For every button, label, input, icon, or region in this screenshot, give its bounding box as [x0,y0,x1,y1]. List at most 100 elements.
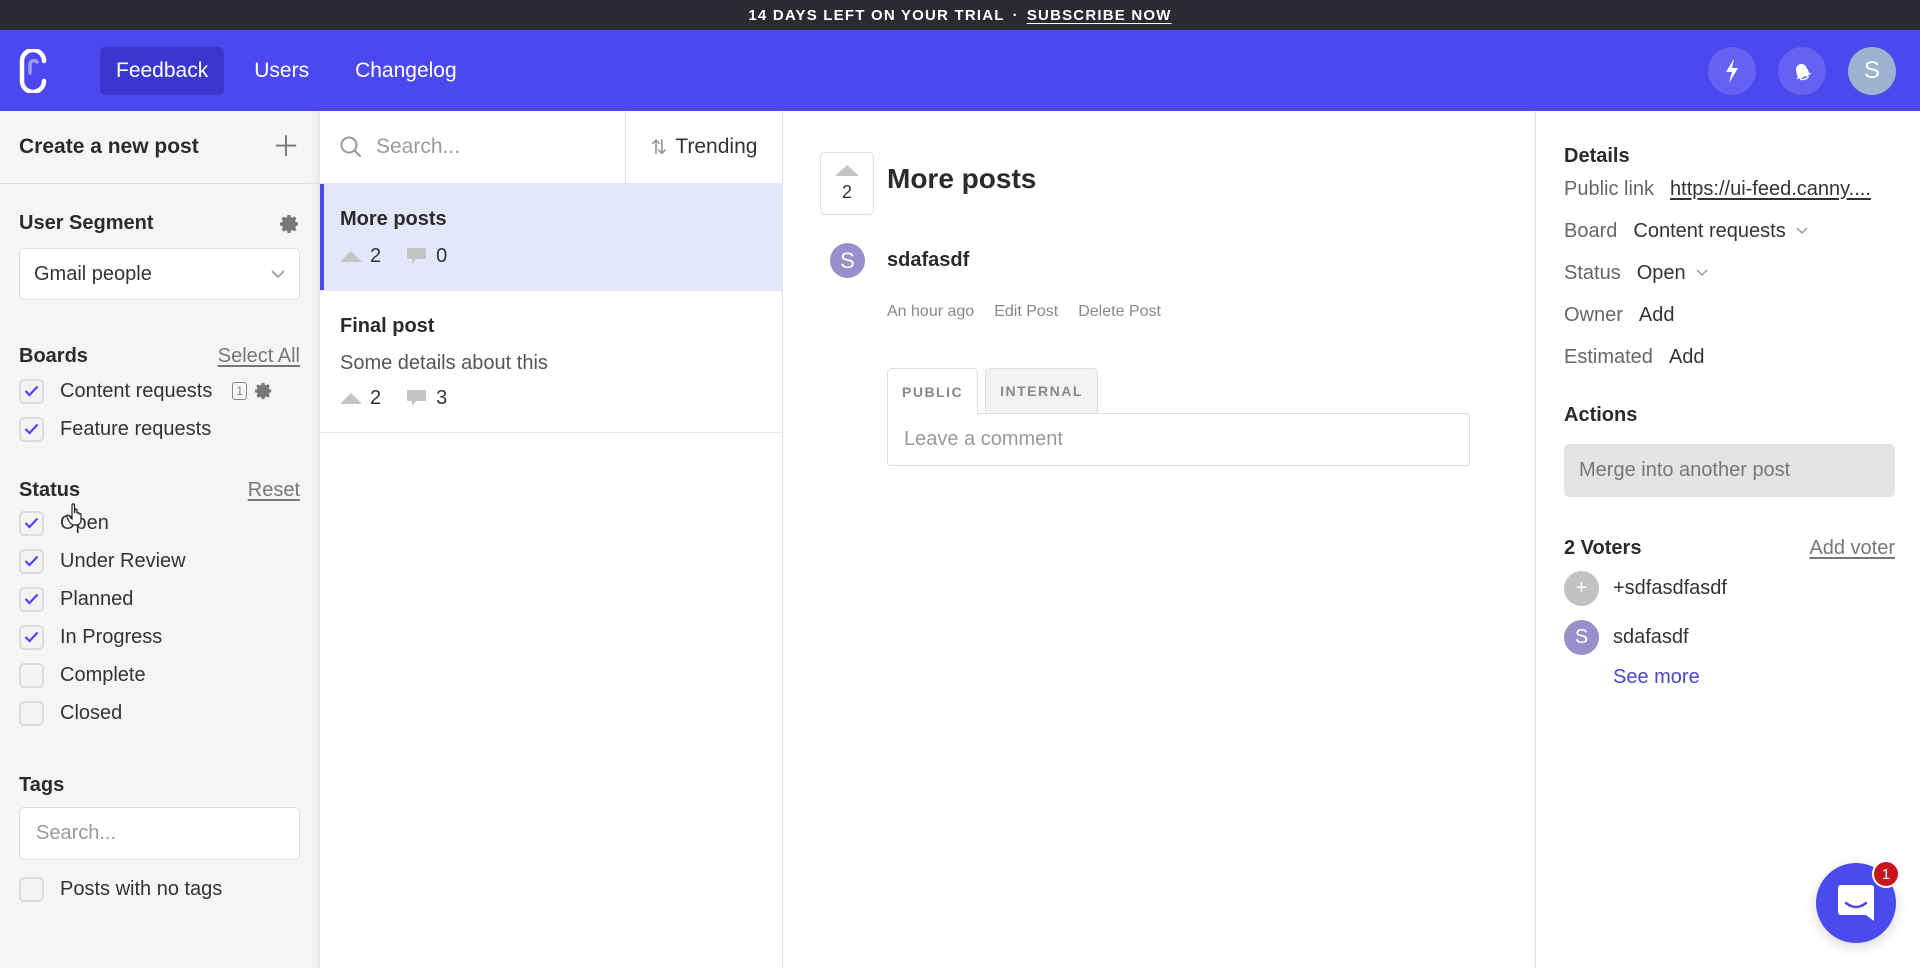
status-label: Complete [60,663,146,686]
segment-select[interactable]: Gmail people [19,248,300,300]
tab-internal[interactable]: INTERNAL [985,368,1098,413]
user-segment-section: User Segment Gmail people [0,212,319,300]
board-select[interactable]: Content requests [1633,220,1808,243]
nav-tab-users[interactable]: Users [238,47,325,95]
estimated-add-button[interactable]: Add [1669,346,1705,369]
chevron-down-icon [271,269,285,278]
bolt-icon [1726,58,1738,83]
board-item-content-requests[interactable]: Content requests 1 [19,372,300,410]
create-post-label: Create a new post [19,135,199,158]
tab-public[interactable]: PUBLIC [887,368,979,414]
checkbox-unchecked[interactable] [19,876,44,902]
estimated-label: Estimated [1564,345,1653,368]
vote-count: 2 [370,245,382,267]
board-count-badge: 1 [232,382,248,400]
create-post-button[interactable]: Create a new post ＋ [0,111,319,184]
main-area: Create a new post ＋ User Segment Gmail p… [0,111,1920,968]
actions-title: Actions [1564,404,1638,426]
post-list-panel: Search... ⇅ Trending More posts 2 0 Fina… [320,111,783,968]
reset-link[interactable]: Reset [248,479,300,502]
voters-title: 2 Voters [1564,537,1642,559]
owner-row: Owner Add [1564,294,1895,336]
chat-widget-button[interactable]: 1 [1816,860,1900,943]
delete-post-link[interactable]: Delete Post [1078,303,1161,321]
status-item-under-review[interactable]: Under Review [19,542,300,580]
checkbox-checked[interactable] [19,548,44,574]
boards-title: Boards [19,345,88,367]
comment-input[interactable]: Leave a comment [887,413,1470,466]
author-name[interactable]: sdafasdf [887,249,969,272]
status-row: Status Open [1564,252,1895,294]
owner-add-button[interactable]: Add [1639,304,1675,327]
top-nav: Feedback Users Changelog S [0,30,1920,111]
user-avatar[interactable]: S [1848,46,1896,95]
status-item-planned[interactable]: Planned [19,580,300,618]
no-tags-filter[interactable]: Posts with no tags [19,870,300,908]
nav-tab-feedback[interactable]: Feedback [100,46,225,95]
post-list-item[interactable]: More posts 2 0 [320,184,782,291]
board-label: Board [1564,219,1618,242]
add-voter-link[interactable]: Add voter [1809,537,1895,560]
owner-label: Owner [1564,303,1623,326]
checkbox-checked[interactable] [19,378,44,404]
comment-count: 0 [436,245,448,267]
public-link[interactable]: https://ui-feed.canny.... [1670,178,1871,201]
gear-icon[interactable] [255,382,273,400]
tags-title: Tags [19,774,65,796]
status-value: Open [1636,261,1686,284]
trial-text: 14 DAYS LEFT ON YOUR TRIAL [748,6,1005,24]
checkbox-unchecked[interactable] [19,662,44,688]
checkbox-checked[interactable] [19,416,44,442]
voters-header: 2 Voters Add voter [1564,537,1895,560]
segment-selected: Gmail people [34,262,152,285]
status-item-open[interactable]: Open [19,504,300,542]
comment-placeholder: Leave a comment [904,428,1063,450]
post-search-input[interactable]: Search... [320,111,626,183]
status-label: In Progress [60,625,163,648]
checkbox-unchecked[interactable] [19,700,44,726]
upvote-button[interactable]: 2 [820,152,874,215]
chevron-down-icon [1796,227,1808,235]
merge-post-button[interactable]: Merge into another post [1564,444,1895,497]
filter-sidebar: Create a new post ＋ User Segment Gmail p… [0,111,320,968]
checkbox-checked[interactable] [19,510,44,536]
board-row: Board Content requests [1564,210,1895,252]
status-label: Planned [60,587,134,610]
comment-composer: PUBLIC INTERNAL Leave a comment [887,368,1470,466]
gear-icon[interactable] [280,214,300,234]
checkbox-checked[interactable] [19,586,44,612]
bolt-button[interactable] [1708,46,1756,95]
select-all-link[interactable]: Select All [218,345,300,368]
boards-section: Boards Select All Content requests 1 Fea… [0,345,319,448]
comment-icon [407,390,427,406]
notifications-button[interactable] [1778,46,1826,95]
post-list-item[interactable]: Final post Some details about this 2 3 [320,291,782,433]
canny-logo-icon[interactable] [18,48,50,93]
voter-item[interactable]: S sdafasdf [1564,613,1895,662]
edit-post-link[interactable]: Edit Post [994,303,1058,321]
status-select[interactable]: Open [1637,262,1708,285]
status-label: Closed [60,701,123,724]
details-panel: Details Public link https://ui-feed.cann… [1536,111,1920,968]
user-segment-title: User Segment [19,212,154,234]
author-avatar[interactable]: S [830,243,865,278]
subscribe-link[interactable]: SUBSCRIBE NOW [1027,7,1172,24]
see-more-link[interactable]: See more [1613,666,1895,689]
checkbox-checked[interactable] [19,624,44,650]
tags-search-input[interactable]: Search... [19,807,300,860]
status-section: Status Reset Open Under Review Planned I… [0,479,319,732]
nav-tab-changelog[interactable]: Changelog [339,47,473,95]
board-item-feature-requests[interactable]: Feature requests [19,410,300,448]
public-link-label: Public link [1564,177,1655,200]
status-label: Under Review [60,549,186,572]
status-item-closed[interactable]: Closed [19,694,300,732]
voter-avatar: S [1564,620,1599,655]
upvote-icon [340,393,362,404]
plus-icon: ＋ [271,131,300,162]
status-item-complete[interactable]: Complete [19,656,300,694]
bell-icon [1796,63,1812,80]
sort-dropdown[interactable]: ⇅ Trending [626,111,782,183]
voter-item[interactable]: + +sdfasdfasdf [1564,564,1895,613]
status-title: Status [19,479,81,501]
status-item-in-progress[interactable]: In Progress [19,618,300,656]
